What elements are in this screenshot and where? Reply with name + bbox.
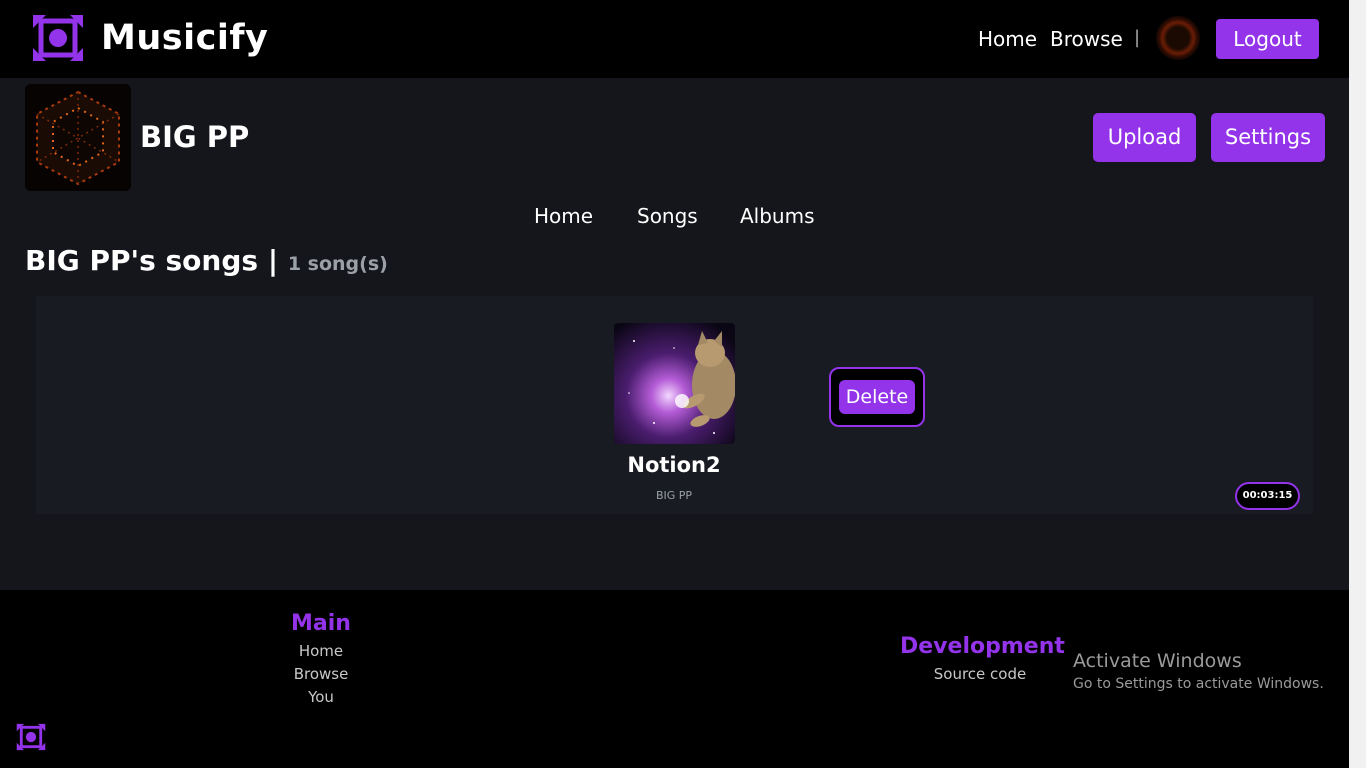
musicify-logo-icon[interactable]: [15, 721, 47, 753]
song-duration-badge: 00:03:15: [1235, 482, 1300, 510]
footer: Main Home Browse You Development Source …: [0, 590, 1349, 768]
footer-link-browse[interactable]: Browse: [271, 665, 371, 683]
user-avatar[interactable]: [1156, 16, 1200, 60]
song-cover-image[interactable]: [614, 323, 735, 444]
song-count: 1 song(s): [287, 253, 388, 275]
profile-name: BIG PP: [140, 120, 250, 154]
page: Musicify Home Browse | Logout BIG PP Upl…: [0, 0, 1349, 768]
tab-home[interactable]: Home: [534, 204, 593, 228]
top-navbar: Musicify Home Browse | Logout: [0, 0, 1349, 78]
nav-home-link[interactable]: Home: [978, 27, 1037, 51]
footer-link-source-code[interactable]: Source code: [900, 665, 1060, 683]
footer-development-heading: Development: [900, 634, 1065, 659]
brand-name[interactable]: Musicify: [101, 18, 268, 58]
footer-main-heading: Main: [291, 611, 351, 636]
profile-picture: [25, 84, 131, 191]
footer-link-home[interactable]: Home: [271, 642, 371, 660]
delete-song-button[interactable]: Delete: [839, 380, 915, 414]
songs-section-title: BIG PP's songs | 1 song(s): [25, 244, 388, 277]
logout-button[interactable]: Logout: [1216, 19, 1319, 59]
song-title[interactable]: Notion2: [574, 453, 774, 477]
upload-button[interactable]: Upload: [1093, 113, 1196, 162]
settings-button[interactable]: Settings: [1211, 113, 1325, 162]
musicify-logo-icon[interactable]: [30, 12, 86, 64]
nav-separator: |: [1134, 27, 1141, 48]
songs-title-text: BIG PP's songs: [25, 244, 259, 277]
vertical-scrollbar[interactable]: [1349, 0, 1366, 768]
songs-list: Notion2 BIG PP Delete 00:03:15: [36, 296, 1313, 514]
windows-activation-subtitle: Go to Settings to activate Windows.: [1073, 676, 1324, 692]
windows-activation-title: Activate Windows: [1073, 650, 1242, 672]
profile-artwork-icon: [25, 84, 131, 191]
space-cat-artwork-icon: [614, 323, 735, 444]
delete-button-frame: Delete: [829, 367, 925, 427]
footer-link-you[interactable]: You: [271, 688, 371, 706]
tab-albums[interactable]: Albums: [740, 204, 815, 228]
songs-title-separator: |: [267, 244, 279, 277]
nav-browse-link[interactable]: Browse: [1050, 27, 1123, 51]
song-artist[interactable]: BIG PP: [574, 489, 774, 502]
tab-songs[interactable]: Songs: [637, 204, 698, 228]
